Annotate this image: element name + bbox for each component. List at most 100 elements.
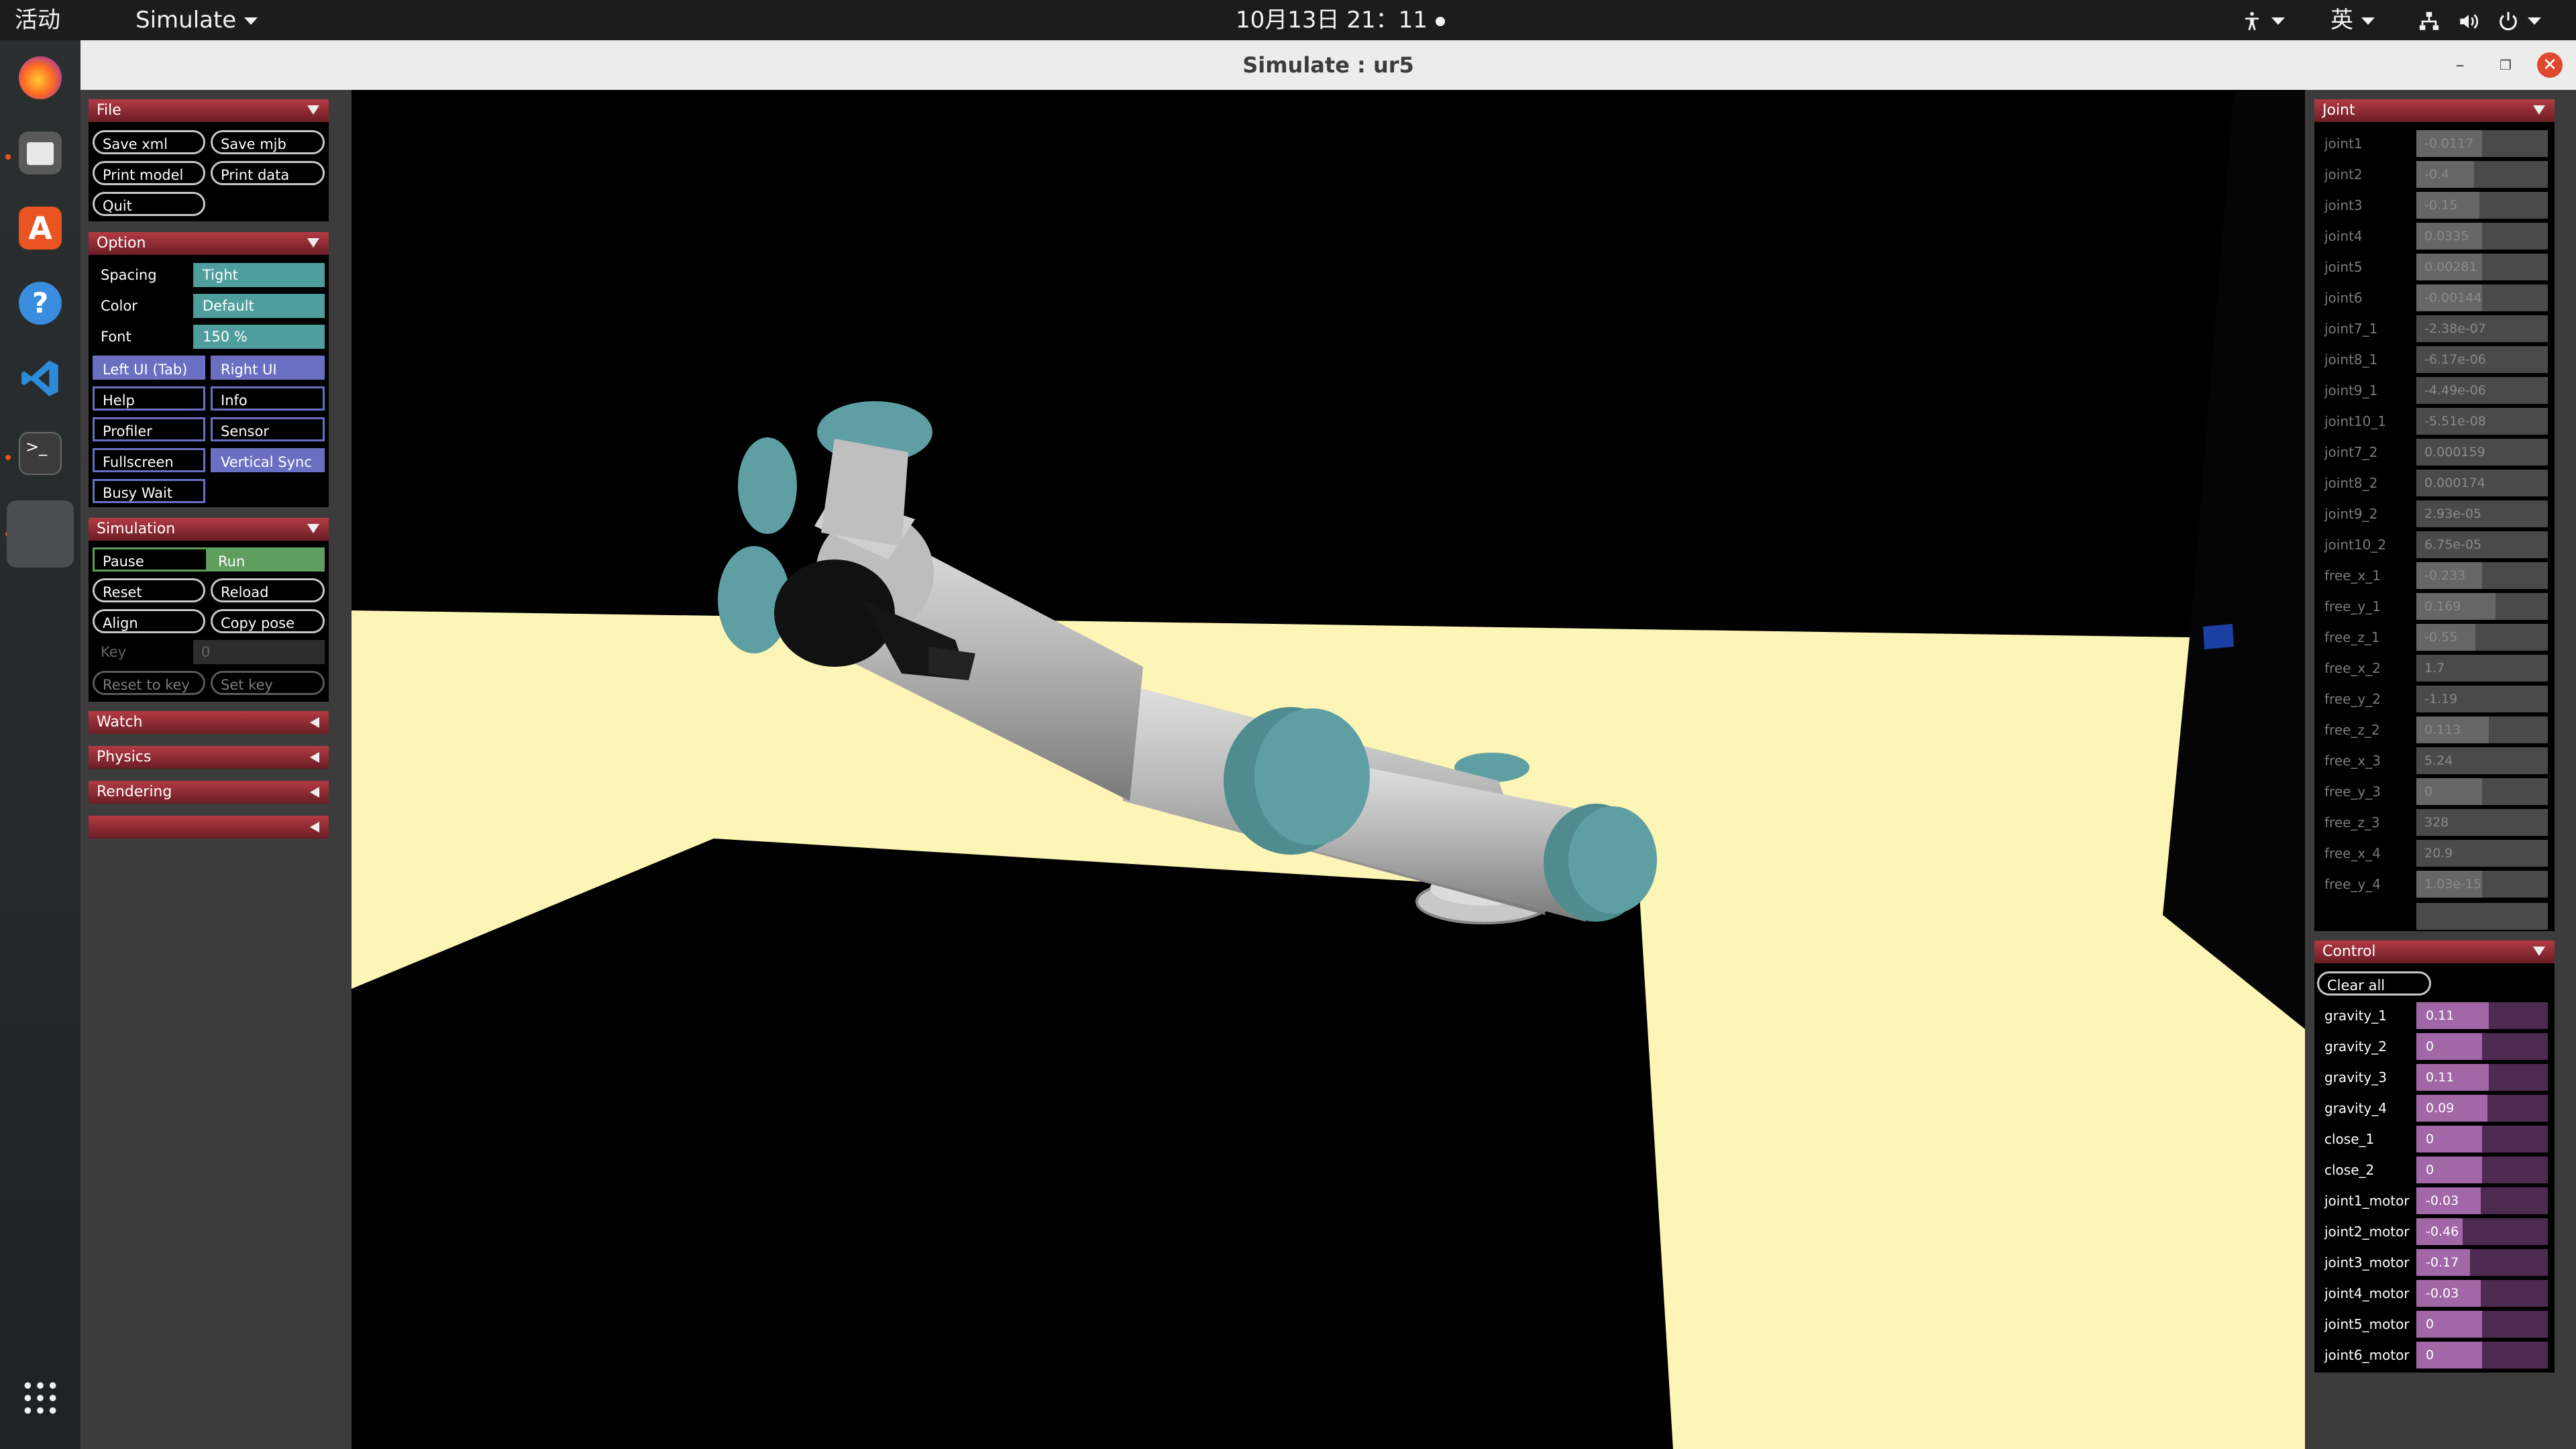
clear-all-button[interactable]: Clear all bbox=[2317, 971, 2431, 996]
restore-button[interactable]: ❐ bbox=[2493, 52, 2518, 78]
joint-slider[interactable]: 5.24 bbox=[2416, 747, 2548, 774]
control-section-header[interactable]: Control bbox=[2314, 941, 2555, 963]
joint-slider[interactable]: -2.38e-07 bbox=[2416, 315, 2548, 342]
joint-slider[interactable]: 0.00281 bbox=[2416, 254, 2548, 280]
app-menu[interactable]: Simulate bbox=[136, 0, 258, 40]
print-model-button[interactable]: Print model bbox=[93, 161, 205, 185]
vscode-icon[interactable] bbox=[19, 357, 62, 400]
right-ui-toggle[interactable]: Right UI bbox=[211, 356, 325, 380]
pause-radio[interactable]: Pause bbox=[93, 547, 208, 572]
firefox-icon[interactable] bbox=[19, 56, 62, 99]
profiler-toggle[interactable]: Profiler bbox=[93, 417, 205, 441]
joint-slider[interactable]: 0.169 bbox=[2416, 593, 2548, 620]
watch-section-header[interactable]: Watch bbox=[89, 711, 329, 734]
left-ui-toggle[interactable]: Left UI (Tab) bbox=[93, 356, 205, 380]
control-slider[interactable]: 0 bbox=[2416, 1126, 2548, 1152]
joint-slider[interactable]: 0 bbox=[2416, 778, 2548, 805]
joint-slider[interactable]: 0.000174 bbox=[2416, 470, 2548, 496]
simulate-app-icon[interactable] bbox=[7, 500, 74, 568]
extra-section-header[interactable] bbox=[89, 816, 329, 839]
physics-section-header[interactable]: Physics bbox=[89, 746, 329, 769]
align-button[interactable]: Align bbox=[93, 609, 205, 633]
joint-slider[interactable]: 328 bbox=[2416, 809, 2548, 836]
app-grid-icon[interactable] bbox=[19, 1377, 62, 1419]
busy-wait-toggle[interactable]: Busy Wait bbox=[93, 479, 205, 503]
joint-slider[interactable]: -4.49e-06 bbox=[2416, 377, 2548, 404]
control-slider[interactable]: -0.17 bbox=[2416, 1249, 2548, 1276]
joint-slider[interactable]: 1.7 bbox=[2416, 655, 2548, 682]
joint-slider[interactable]: 0.0335 bbox=[2416, 223, 2548, 250]
joint-slider[interactable]: -0.55 bbox=[2416, 624, 2548, 651]
terminal-icon[interactable]: >_ bbox=[19, 432, 62, 475]
control-slider[interactable]: 0.11 bbox=[2416, 1002, 2548, 1029]
joint-slider[interactable]: 0.000159 bbox=[2416, 439, 2548, 466]
color-select[interactable]: Default bbox=[193, 294, 325, 318]
activities-button[interactable]: 活动 bbox=[15, 0, 60, 40]
joint-slider[interactable]: 2.93e-05 bbox=[2416, 500, 2548, 527]
spacing-select[interactable]: Tight bbox=[193, 263, 325, 287]
joint-slider[interactable]: -0.15 bbox=[2416, 192, 2548, 219]
key-slider[interactable]: 0 bbox=[193, 640, 325, 664]
joint-section-header[interactable]: Joint bbox=[2314, 99, 2555, 122]
input-method-menu[interactable]: 英 bbox=[2330, 0, 2375, 40]
system-menu[interactable] bbox=[2418, 0, 2541, 40]
help-icon[interactable]: ? bbox=[19, 282, 62, 325]
close-button[interactable]: ✕ bbox=[2537, 52, 2563, 78]
reset-to-key-button[interactable]: Reset to key bbox=[93, 671, 205, 695]
fullscreen-toggle[interactable]: Fullscreen bbox=[93, 448, 205, 472]
control-slider[interactable]: 0 bbox=[2416, 1157, 2548, 1183]
joint-slider[interactable]: -0.00144 bbox=[2416, 284, 2548, 311]
joint-slider[interactable]: -5.51e-08 bbox=[2416, 408, 2548, 435]
copy-pose-button[interactable]: Copy pose bbox=[211, 609, 325, 633]
joint-slider[interactable]: -6.17e-06 bbox=[2416, 346, 2548, 373]
joint-label: joint8_2 bbox=[2324, 475, 2378, 491]
control-slider[interactable]: 0.09 bbox=[2416, 1095, 2548, 1122]
info-toggle[interactable]: Info bbox=[211, 386, 325, 411]
joint-slider[interactable]: -0.233 bbox=[2416, 562, 2548, 589]
control-slider[interactable]: -0.03 bbox=[2416, 1280, 2548, 1307]
font-select[interactable]: 150 % bbox=[193, 325, 325, 349]
window-titlebar[interactable]: Simulate : ur5 – ❐ ✕ bbox=[80, 40, 2576, 90]
joint-slider[interactable]: 1.03e-15 bbox=[2416, 871, 2548, 898]
simulation-section-header[interactable]: Simulation bbox=[89, 518, 329, 541]
control-label: joint4_motor bbox=[2324, 1285, 2410, 1301]
help-toggle[interactable]: Help bbox=[93, 386, 205, 411]
joint-slider[interactable]: 20.9 bbox=[2416, 840, 2548, 867]
joint-slider[interactable]: -0.4 bbox=[2416, 161, 2548, 188]
rendering-section-header[interactable]: Rendering bbox=[89, 781, 329, 804]
dock: A ? >_ bbox=[0, 40, 80, 1449]
control-slider[interactable]: 0 bbox=[2416, 1342, 2548, 1368]
print-data-button[interactable]: Print data bbox=[211, 161, 325, 185]
option-section-header[interactable]: Option bbox=[89, 232, 329, 255]
file-section-header[interactable]: File bbox=[89, 99, 329, 122]
save-xml-button[interactable]: Save xml bbox=[93, 130, 205, 154]
sensor-toggle[interactable]: Sensor bbox=[211, 417, 325, 441]
files-icon[interactable] bbox=[19, 131, 62, 174]
run-radio[interactable]: Run bbox=[208, 547, 325, 572]
control-slider[interactable]: 0 bbox=[2416, 1033, 2548, 1060]
joint-value: 0.0335 bbox=[2424, 229, 2469, 244]
quit-button[interactable]: Quit bbox=[93, 192, 205, 216]
save-mjb-button[interactable]: Save mjb bbox=[211, 130, 325, 154]
reset-button[interactable]: Reset bbox=[93, 578, 205, 602]
control-slider[interactable]: 0.11 bbox=[2416, 1064, 2548, 1091]
joint-value: 5.24 bbox=[2424, 753, 2453, 768]
joint-slider[interactable]: 0.113 bbox=[2416, 716, 2548, 743]
vertical-sync-toggle[interactable]: Vertical Sync bbox=[211, 448, 325, 472]
clock[interactable]: 10月13日 21：11 bbox=[1236, 0, 1428, 40]
joint-slider[interactable]: -1.19 bbox=[2416, 686, 2548, 712]
control-slider[interactable]: -0.03 bbox=[2416, 1187, 2548, 1214]
3d-viewport[interactable] bbox=[352, 90, 2305, 1449]
control-slider[interactable]: -0.46 bbox=[2416, 1218, 2548, 1245]
minimize-button[interactable]: – bbox=[2447, 52, 2473, 78]
control-slider[interactable]: 0 bbox=[2416, 1311, 2548, 1338]
reload-button[interactable]: Reload bbox=[211, 578, 325, 602]
joint-value: -4.49e-06 bbox=[2424, 383, 2486, 398]
joint-label: free_x_2 bbox=[2324, 660, 2381, 676]
accessibility-menu[interactable] bbox=[2241, 0, 2285, 40]
set-key-button[interactable]: Set key bbox=[211, 671, 325, 695]
joint-slider[interactable]: 6.75e-05 bbox=[2416, 531, 2548, 558]
joint-slider[interactable]: -0.0117 bbox=[2416, 130, 2548, 157]
app-store-icon[interactable]: A bbox=[19, 207, 62, 250]
joint-label: free_x_1 bbox=[2324, 568, 2381, 584]
